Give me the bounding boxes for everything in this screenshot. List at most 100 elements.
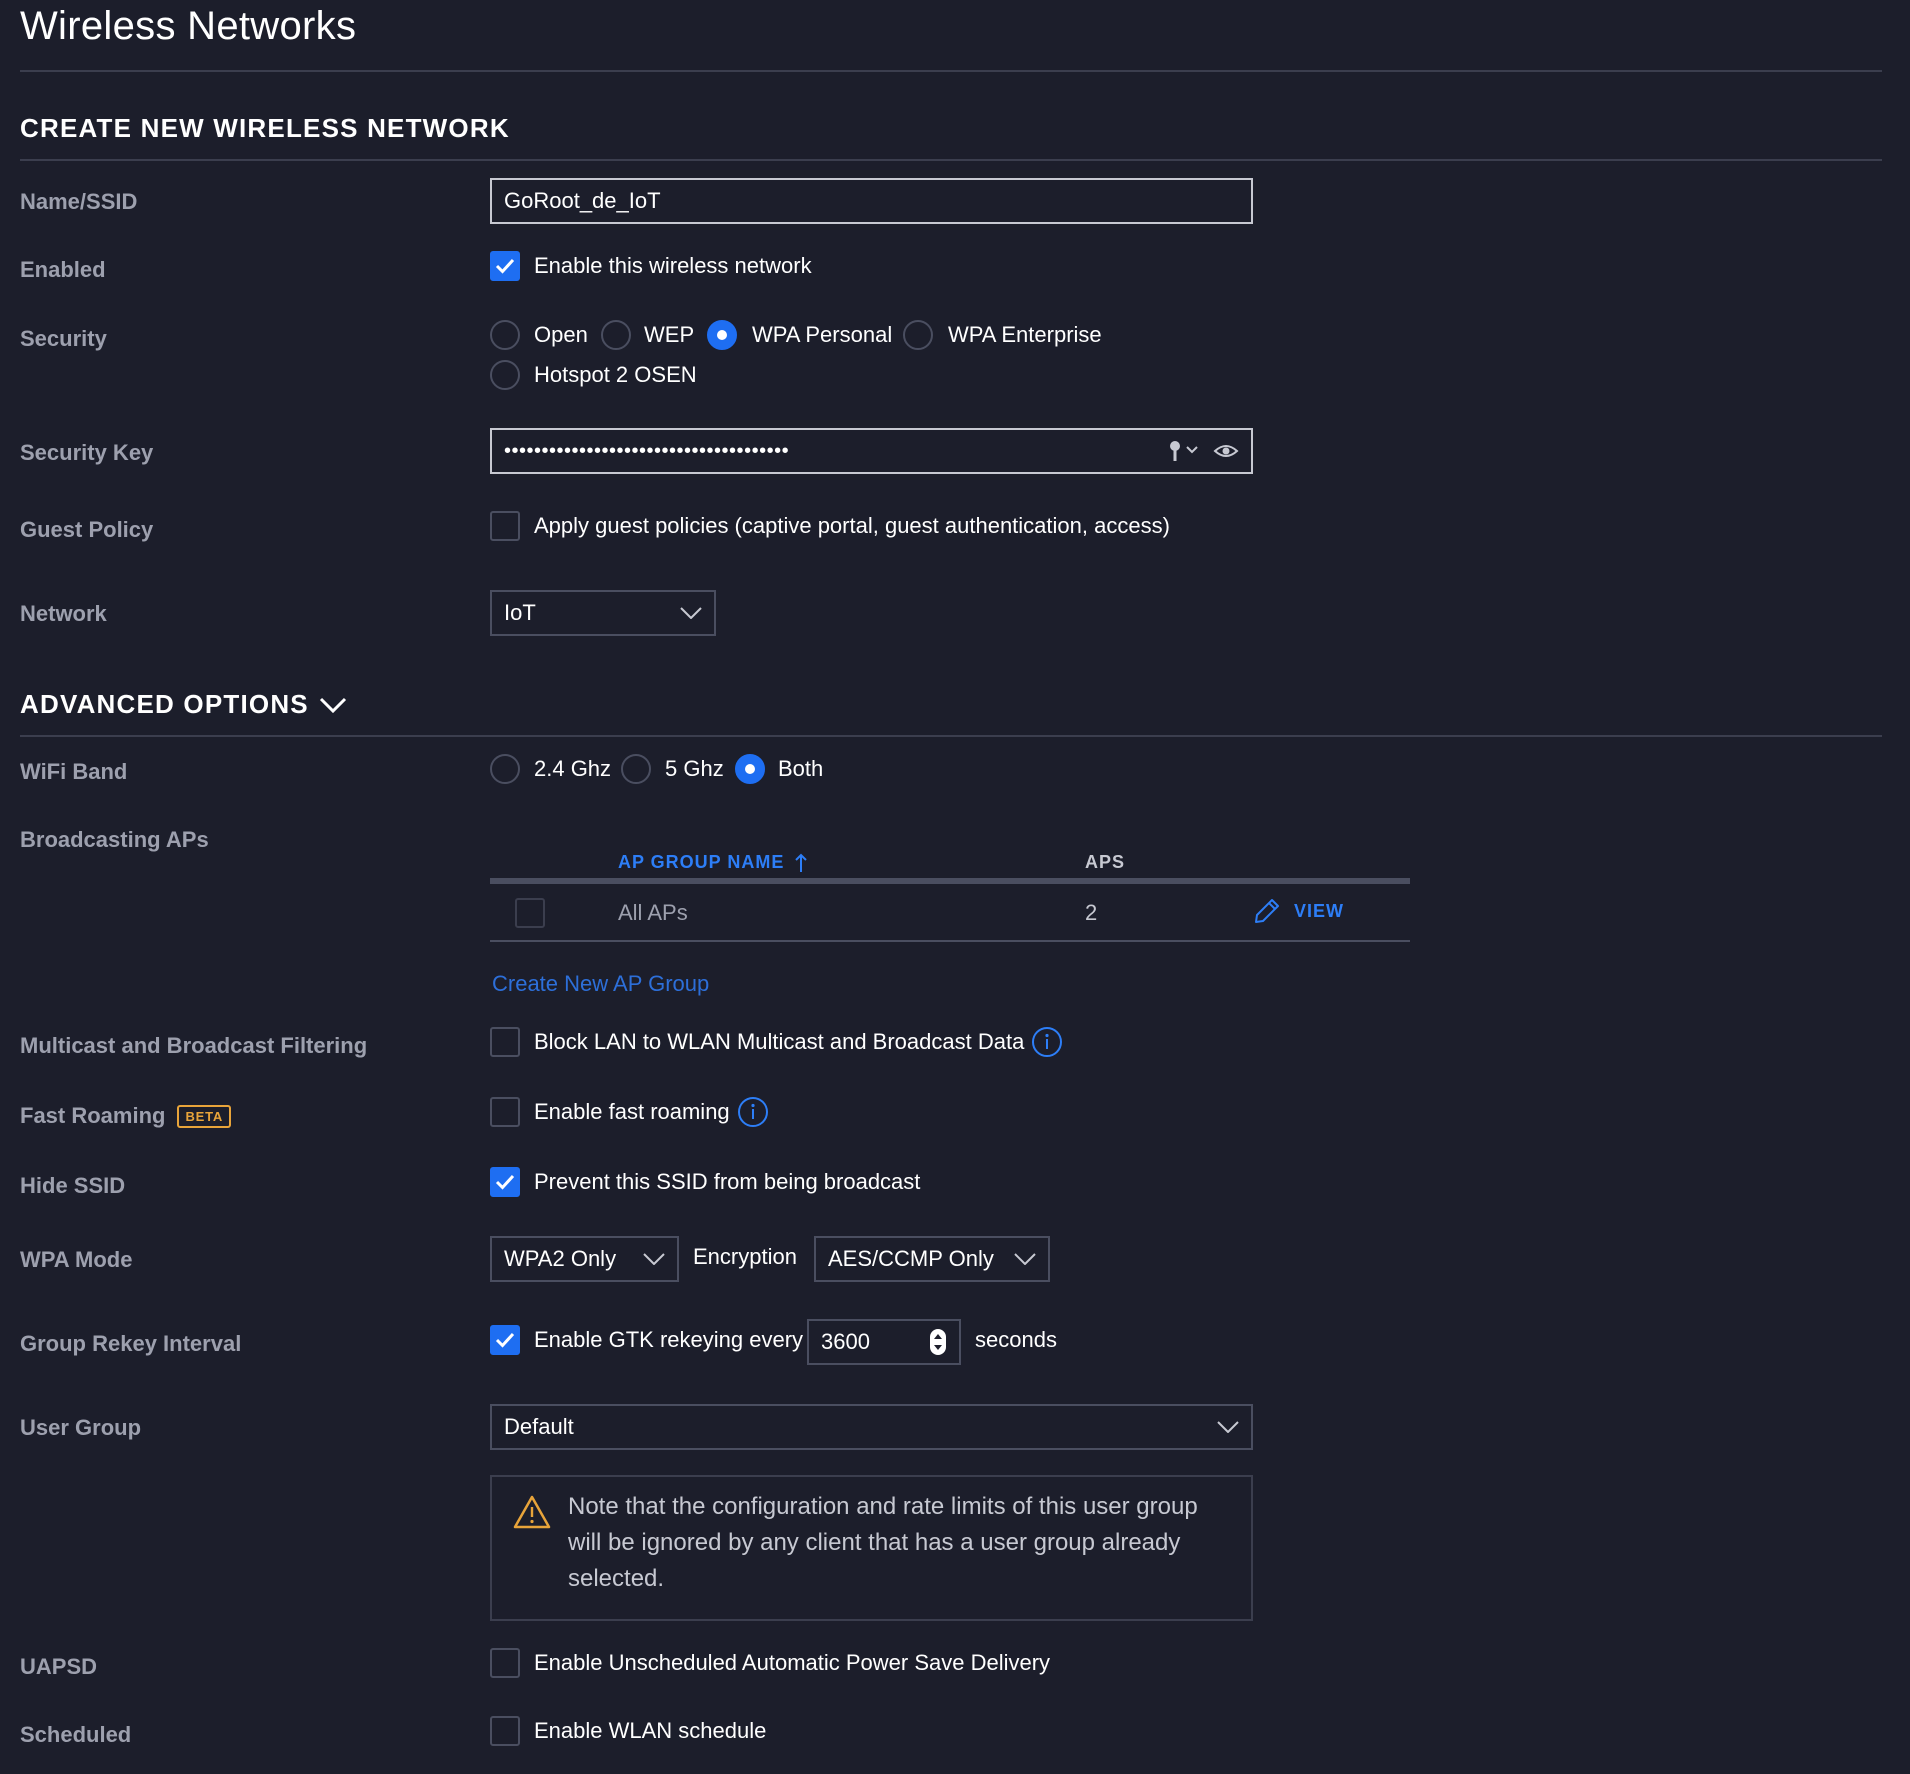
enabled-label: Enabled — [20, 257, 106, 282]
advanced-divider — [20, 735, 1882, 737]
checkmark-icon — [495, 1332, 515, 1348]
name-ssid-label: Name/SSID — [20, 189, 138, 214]
info-icon[interactable] — [737, 1096, 769, 1128]
security-option-open: Open — [534, 322, 588, 347]
row-select-checkbox[interactable] — [515, 898, 545, 928]
note-line: will be ignored by any client that has a… — [568, 1529, 1181, 1556]
rekey-interval-input[interactable]: 3600 — [807, 1319, 961, 1365]
chevron-down-icon — [319, 697, 346, 713]
warning-icon — [513, 1495, 551, 1529]
band-radio-24[interactable] — [490, 754, 520, 784]
band-option-both: Both — [778, 756, 824, 781]
ap-group-table: AP GROUP NAME APS All APs 2 VIEW — [490, 848, 1410, 944]
aps-count-cell: 2 — [1085, 900, 1098, 925]
band-radio-5[interactable] — [621, 754, 651, 784]
security-radio-open[interactable] — [490, 320, 520, 350]
number-stepper-icon[interactable] — [929, 1328, 947, 1356]
note-line: Note that the configuration and rate lim… — [568, 1493, 1198, 1520]
network-select[interactable]: IoT — [490, 590, 716, 636]
ap-group-name-header[interactable]: AP GROUP NAME — [618, 852, 808, 873]
security-option-hotspot: Hotspot 2 OSEN — [534, 362, 697, 387]
uapsd-checkbox[interactable] — [490, 1648, 520, 1678]
network-label: Network — [20, 601, 107, 626]
scheduled-label: Scheduled — [20, 1722, 132, 1747]
view-ap-group-button[interactable]: VIEW — [1252, 896, 1344, 926]
rekey-interval-value: 3600 — [821, 1329, 870, 1354]
beta-badge: BETA — [177, 1104, 232, 1128]
security-label: Security — [20, 326, 107, 351]
guest-policy-text: Apply guest policies (captive portal, gu… — [534, 513, 1170, 538]
broadcasting-aps-label: Broadcasting APs — [20, 827, 209, 852]
scheduled-text: Enable WLAN schedule — [534, 1718, 767, 1743]
hide-ssid-text: Prevent this SSID from being broadcast — [534, 1169, 921, 1194]
create-section-divider — [20, 159, 1882, 161]
band-option-24: 2.4 Ghz — [534, 756, 612, 781]
fast-roaming-checkbox[interactable] — [490, 1097, 520, 1127]
ssid-input[interactable]: GoRoot_de_IoT — [490, 178, 1253, 224]
info-icon[interactable] — [1031, 1026, 1063, 1058]
user-group-value: Default — [504, 1414, 574, 1439]
fast-roaming-label-group: Fast Roaming BETA — [20, 1103, 232, 1129]
note-text: Note that the configuration and rate lim… — [568, 1489, 1198, 1597]
sort-ascending-icon — [795, 853, 808, 872]
rekey-label: Group Rekey Interval — [20, 1331, 242, 1356]
wifi-band-label: WiFi Band — [20, 759, 128, 784]
aps-header: APS — [1085, 852, 1126, 872]
multicast-text: Block LAN to WLAN Multicast and Broadcas… — [534, 1029, 1025, 1054]
uapsd-text: Enable Unscheduled Automatic Power Save … — [534, 1650, 1051, 1675]
chevron-down-icon — [1217, 1421, 1239, 1433]
table-row: All APs 2 VIEW — [490, 884, 1410, 942]
create-ap-group-link[interactable]: Create New AP Group — [492, 971, 709, 997]
chevron-down-icon — [643, 1253, 665, 1265]
note-line: selected. — [568, 1565, 665, 1592]
checkmark-icon — [495, 1174, 515, 1190]
fast-roaming-label: Fast Roaming — [20, 1103, 166, 1128]
wireless-networks-page: Wireless Networks CREATE NEW WIRELESS NE… — [0, 0, 1910, 1774]
multicast-label: Multicast and Broadcast Filtering — [20, 1033, 368, 1058]
encryption-value: AES/CCMP Only — [828, 1246, 994, 1271]
advanced-options-heading: ADVANCED OPTIONS — [20, 689, 309, 719]
hide-ssid-label: Hide SSID — [20, 1173, 126, 1198]
user-group-select[interactable]: Default — [490, 1404, 1253, 1450]
view-link-label: VIEW — [1294, 900, 1345, 921]
pencil-icon — [1255, 899, 1279, 923]
security-key-input[interactable]: •••••••••••••••••••••••••••••••••••••• — [490, 428, 1253, 474]
rekey-unit: seconds — [975, 1327, 1057, 1352]
show-password-icon[interactable] — [1213, 442, 1239, 460]
guest-policy-label: Guest Policy — [20, 517, 154, 542]
encryption-label: Encryption — [693, 1244, 797, 1269]
security-radio-hotspot[interactable] — [490, 360, 520, 390]
title-divider — [20, 70, 1882, 72]
rekey-text: Enable GTK rekeying every — [534, 1327, 804, 1352]
security-radio-wpa-personal[interactable] — [707, 320, 737, 350]
rekey-checkbox[interactable] — [490, 1325, 520, 1355]
guest-policy-checkbox[interactable] — [490, 511, 520, 541]
key-generate-icon[interactable] — [1167, 439, 1203, 463]
security-key-value: •••••••••••••••••••••••••••••••••••••• — [504, 439, 790, 462]
hide-ssid-checkbox[interactable] — [490, 1167, 520, 1197]
band-option-5: 5 Ghz — [665, 756, 724, 781]
scheduled-checkbox[interactable] — [490, 1716, 520, 1746]
chevron-down-icon — [680, 607, 702, 619]
wpa-mode-select[interactable]: WPA2 Only — [490, 1236, 679, 1282]
fast-roaming-text: Enable fast roaming — [534, 1099, 730, 1124]
page-title: Wireless Networks — [20, 4, 357, 48]
multicast-checkbox[interactable] — [490, 1027, 520, 1057]
security-option-wep: WEP — [644, 322, 695, 347]
checkmark-icon — [495, 258, 515, 274]
network-select-value: IoT — [504, 600, 536, 625]
user-group-note: Note that the configuration and rate lim… — [490, 1475, 1253, 1621]
security-radio-wpa-enterprise[interactable] — [903, 320, 933, 350]
advanced-options-toggle[interactable]: ADVANCED OPTIONS — [20, 689, 347, 720]
chevron-down-icon — [1014, 1253, 1036, 1265]
band-radio-both[interactable] — [735, 754, 765, 784]
encryption-select[interactable]: AES/CCMP Only — [814, 1236, 1050, 1282]
security-option-wpa-personal: WPA Personal — [752, 322, 893, 347]
enabled-text: Enable this wireless network — [534, 253, 812, 278]
ssid-input-value: GoRoot_de_IoT — [504, 188, 661, 213]
enabled-checkbox[interactable] — [490, 251, 520, 281]
ap-group-name-cell: All APs — [618, 900, 688, 925]
user-group-label: User Group — [20, 1415, 142, 1440]
wpa-mode-label: WPA Mode — [20, 1247, 133, 1272]
security-radio-wep[interactable] — [601, 320, 631, 350]
